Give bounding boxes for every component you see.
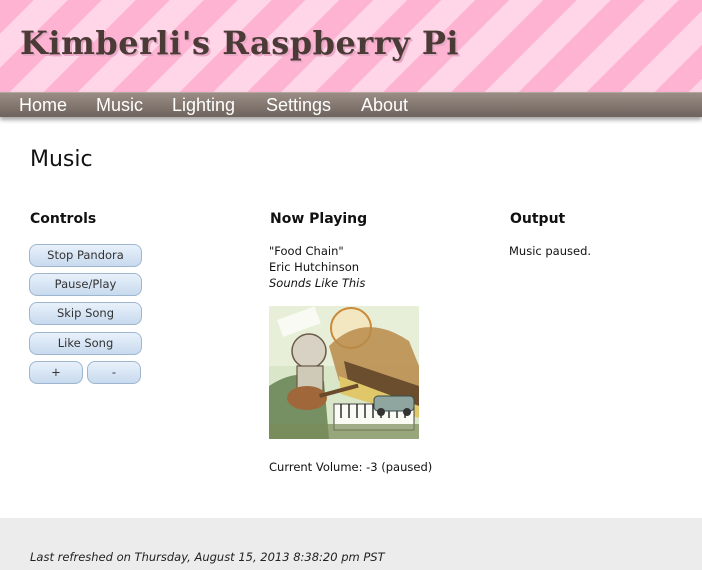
album-name: Sounds Like This [269, 276, 366, 290]
nav-item-music[interactable]: Music [96, 94, 143, 116]
main-nav: Home Music Lighting Settings About [0, 92, 702, 117]
pause-play-button[interactable]: Pause/Play [29, 273, 142, 296]
output-heading: Output [510, 211, 566, 227]
nav-item-lighting[interactable]: Lighting [172, 94, 235, 116]
current-volume: Current Volume: -3 (paused) [269, 460, 433, 474]
album-art-illustration [269, 306, 419, 439]
nav-item-about[interactable]: About [361, 94, 408, 116]
volume-up-button[interactable]: + [29, 361, 83, 384]
volume-down-button[interactable]: - [87, 361, 141, 384]
artist-name: Eric Hutchinson [269, 260, 360, 274]
like-song-button[interactable]: Like Song [29, 332, 142, 355]
last-refreshed-text: Last refreshed on Thursday, August 15, 2… [30, 550, 385, 564]
nav-item-settings[interactable]: Settings [266, 94, 331, 116]
now-playing-heading: Now Playing [270, 211, 368, 227]
album-art [269, 306, 419, 439]
controls-heading: Controls [30, 211, 97, 227]
song-title: "Food Chain" [269, 244, 344, 258]
site-header: Kimberli's Raspberry Pi [0, 0, 702, 92]
site-title: Kimberli's Raspberry Pi [20, 24, 460, 62]
page-footer: Last refreshed on Thursday, August 15, 2… [0, 518, 702, 570]
stop-pandora-button[interactable]: Stop Pandora [29, 244, 142, 267]
output-text: Music paused. [509, 244, 592, 258]
nav-item-home[interactable]: Home [19, 94, 67, 116]
skip-song-button[interactable]: Skip Song [29, 302, 142, 325]
page-title: Music [30, 147, 93, 172]
